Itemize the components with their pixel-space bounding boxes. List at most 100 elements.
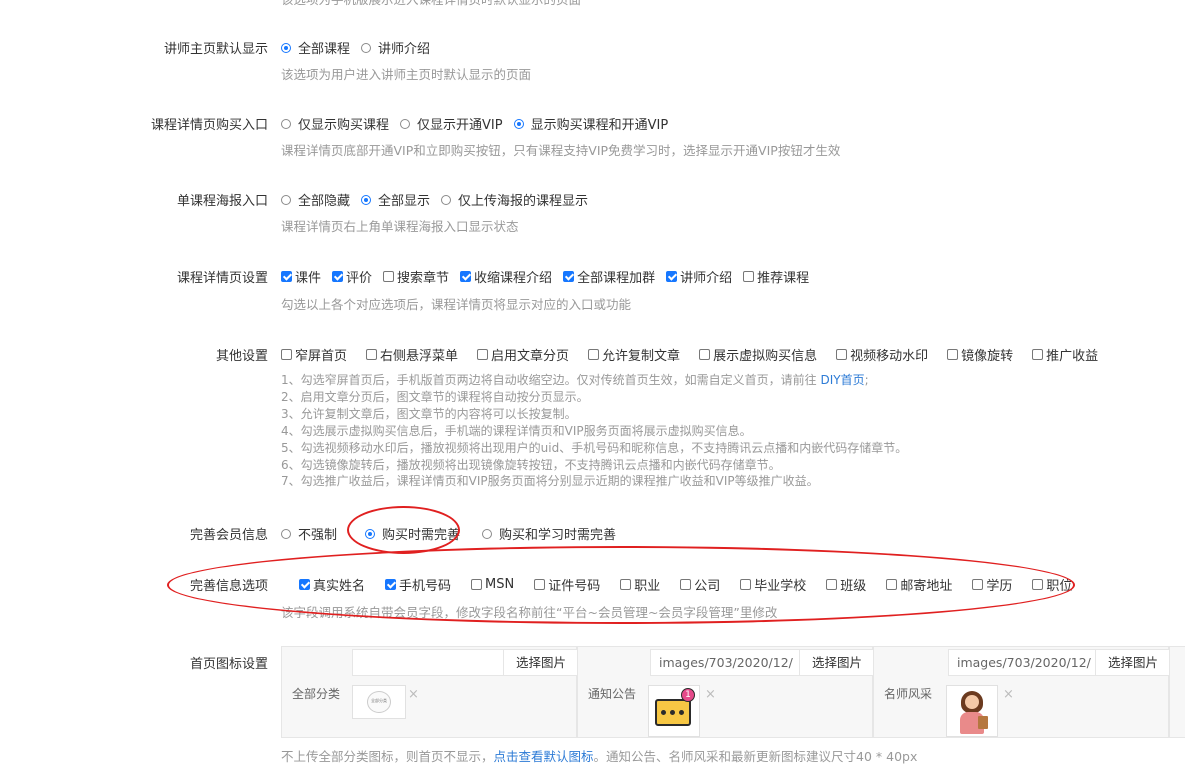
detail-option-courseware[interactable]: 课件 [281, 267, 321, 286]
member-info-row: 完善会员信息 不强制 购买时需完善 购买和学习时需完善 [0, 524, 1185, 544]
checkbox[interactable] [281, 271, 292, 282]
checkbox[interactable] [366, 349, 378, 360]
info-options-label: 完善信息选项 [189, 579, 268, 594]
buy-entry-option-buy[interactable]: 仅显示购买课程 [281, 114, 389, 133]
member-info-option-purchase-and-study[interactable]: 购买和学习时需完善 [482, 524, 616, 543]
other-option-allow-copy[interactable]: 允许复制文章 [588, 345, 680, 364]
remove-icon[interactable]: × [705, 687, 716, 702]
other-option-video-watermark[interactable]: 视频移动水印 [836, 345, 928, 364]
icon-name: 通知公告 [588, 687, 637, 701]
info-options-hint: 该字段调用系统自带会员字段，修改字段名称前往“平台~会员管理~会员字段管理”里修… [281, 605, 778, 620]
checkbox[interactable] [471, 579, 483, 590]
checkbox[interactable] [740, 579, 752, 590]
checkbox[interactable] [620, 579, 632, 590]
radio-button[interactable] [400, 118, 411, 129]
icon-thumbnail: 全部分类 [352, 685, 406, 719]
radio-button[interactable] [441, 194, 452, 205]
teacher-home-option-courses[interactable]: 全部课程 [281, 38, 350, 57]
checkbox[interactable] [299, 579, 310, 590]
info-option-real-name[interactable]: 真实姓名 [299, 575, 365, 594]
notice-chat-icon [655, 699, 691, 726]
home-icons-label: 首页图标设置 [189, 657, 268, 672]
notification-badge: 1 [681, 688, 695, 702]
radio-button[interactable] [281, 42, 291, 53]
info-option-msn[interactable]: MSN [471, 577, 514, 592]
info-option-occupation[interactable]: 职业 [620, 575, 660, 594]
radio-button[interactable] [281, 118, 291, 129]
other-option-narrow-home[interactable]: 窄屏首页 [281, 345, 347, 364]
detail-settings-hint: 勾选以上各个对应选项后，课程详情页将显示对应的入口或功能 [281, 297, 632, 312]
icon-path-input[interactable]: images/703/2020/12/ [948, 649, 1096, 676]
radio-button[interactable] [361, 42, 372, 53]
radio-button[interactable] [365, 528, 376, 539]
select-image-button[interactable]: 选择图片 [799, 649, 875, 676]
checkbox[interactable] [332, 271, 344, 282]
diy-home-link[interactable]: DIY首页 [820, 373, 864, 387]
detail-option-search-chapter[interactable]: 搜索章节 [383, 267, 449, 286]
checkbox[interactable] [1032, 349, 1044, 360]
buy-entry-option-vip[interactable]: 仅显示开通VIP [400, 114, 503, 133]
info-option-address[interactable]: 邮寄地址 [886, 575, 952, 594]
poster-entry-row: 单课程海报入口 全部隐藏 全部显示 仅上传海报的课程显示 [0, 190, 1185, 210]
info-option-company[interactable]: 公司 [680, 575, 720, 594]
checkbox[interactable] [836, 349, 848, 360]
checkbox[interactable] [281, 349, 292, 360]
info-option-education[interactable]: 学历 [972, 575, 1012, 594]
teacher-home-hint: 该选项为用户进入讲师主页时默认显示的页面 [281, 67, 532, 82]
checkbox[interactable] [972, 579, 984, 590]
poster-entry-option-hide[interactable]: 全部隐藏 [281, 190, 350, 209]
note-line: 1、勾选窄屏首页后，手机版首页两边将自动收缩空边。仅对传统首页生效，如需自定义首… [281, 373, 869, 387]
checkbox[interactable] [563, 271, 575, 282]
detail-option-recommend[interactable]: 推荐课程 [743, 267, 809, 286]
checkbox[interactable] [460, 271, 472, 282]
select-image-button[interactable]: 选择图片 [503, 649, 579, 676]
view-default-icons-link[interactable]: 点击查看默认图标 [494, 749, 594, 764]
detail-option-review[interactable]: 评价 [332, 267, 372, 286]
checkbox[interactable] [826, 579, 838, 590]
icon-setting-next-partial [1169, 646, 1185, 738]
checkbox[interactable] [1032, 579, 1044, 590]
poster-entry-option-show[interactable]: 全部显示 [361, 190, 430, 209]
other-option-promotion-income[interactable]: 推广收益 [1032, 345, 1098, 364]
note-line: 5、勾选视频移动水印后，播放视频将出现用户的uid、手机号码和昵称信息，不支持腾… [281, 440, 908, 455]
detail-option-join-group[interactable]: 全部课程加群 [563, 267, 655, 286]
icon-path-input[interactable] [352, 649, 504, 676]
teacher-home-option-intro[interactable]: 讲师介绍 [361, 38, 430, 57]
info-option-position[interactable]: 职位 [1032, 575, 1072, 594]
select-image-button[interactable]: 选择图片 [1095, 649, 1171, 676]
checkbox[interactable] [947, 349, 959, 360]
radio-button[interactable] [513, 118, 524, 129]
other-option-float-menu[interactable]: 右侧悬浮菜单 [366, 345, 458, 364]
radio-button[interactable] [281, 194, 291, 205]
other-option-virtual-purchase[interactable]: 展示虚拟购买信息 [699, 345, 817, 364]
checkbox[interactable] [666, 271, 678, 282]
radio-button[interactable] [281, 528, 291, 539]
note-line: 3、允许复制文章后，图文章节的内容将可以长按复制。 [281, 406, 577, 421]
info-option-class[interactable]: 班级 [826, 575, 866, 594]
member-info-option-on-purchase[interactable]: 购买时需完善 [365, 524, 460, 543]
info-option-school[interactable]: 毕业学校 [740, 575, 806, 594]
remove-icon[interactable]: × [1003, 687, 1014, 702]
checkbox[interactable] [680, 579, 692, 590]
other-option-mirror-rotate[interactable]: 镜像旋转 [947, 345, 1013, 364]
checkbox[interactable] [383, 271, 395, 282]
buy-entry-option-both[interactable]: 显示购买课程和开通VIP [513, 114, 668, 133]
detail-option-collapse-intro[interactable]: 收缩课程介绍 [460, 267, 552, 286]
info-option-phone[interactable]: 手机号码 [385, 575, 451, 594]
remove-icon[interactable]: × [408, 687, 419, 702]
other-option-article-paging[interactable]: 启用文章分页 [477, 345, 569, 364]
checkbox[interactable] [699, 349, 711, 360]
radio-button[interactable] [361, 194, 372, 205]
checkbox[interactable] [588, 349, 600, 360]
checkbox[interactable] [534, 579, 546, 590]
radio-button[interactable] [482, 528, 493, 539]
poster-entry-option-uploaded[interactable]: 仅上传海报的课程显示 [441, 190, 588, 209]
checkbox[interactable] [886, 579, 898, 590]
member-info-option-none[interactable]: 不强制 [281, 524, 337, 543]
checkbox[interactable] [477, 349, 489, 360]
info-option-id-number[interactable]: 证件号码 [534, 575, 600, 594]
checkbox[interactable] [385, 579, 397, 590]
checkbox[interactable] [743, 271, 755, 282]
icon-path-input[interactable]: images/703/2020/12/ [650, 649, 800, 676]
detail-option-teacher-intro[interactable]: 讲师介绍 [666, 267, 732, 286]
